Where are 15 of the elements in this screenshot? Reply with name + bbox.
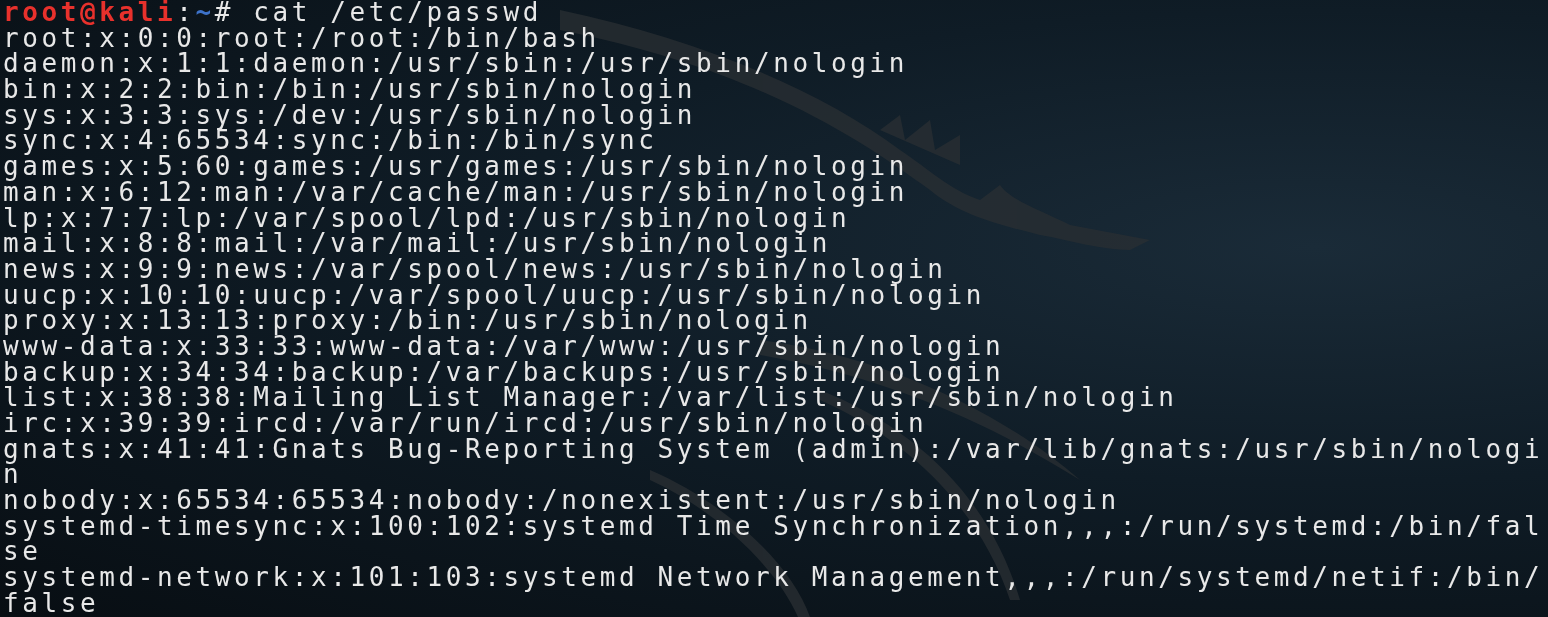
- output-line: proxy:x:13:13:proxy:/bin:/usr/sbin/nologin: [3, 308, 812, 334]
- output-line: games:x:5:60:games:/usr/games:/usr/sbin/nologin: [3, 154, 909, 180]
- prompt-path: ~: [195, 0, 215, 26]
- prompt-user-host: root@kali: [3, 0, 177, 26]
- output-line: lp:x:7:7:lp:/var/spool/lpd:/usr/sbin/nologin: [3, 205, 851, 232]
- output-line: bin:x:2:2:bin:/bin:/usr/sbin/nologin: [3, 77, 697, 103]
- output-line: irc:x:39:39:ircd:/var/run/ircd:/usr/sbin/nologin: [3, 411, 928, 437]
- output-line: sync:x:4:65534:sync:/bin:/bin/sync: [3, 128, 658, 155]
- prompt-separator: :: [176, 0, 196, 26]
- output-line: mail:x:8:8:mail:/var/mail:/usr/sbin/nologin: [3, 231, 831, 257]
- command-text: cat /etc/passwd: [253, 0, 543, 26]
- output-line: systemd-network:x:101:103:systemd Network Management,,,:/run/systemd/netif:/bin/: [3, 565, 1545, 591]
- output-line: daemon:x:1:1:daemon:/usr/sbin:/usr/sbin/nologin: [3, 51, 909, 78]
- prompt-symbol: #: [214, 0, 235, 26]
- output-line: nobody:x:65534:65534:nobody:/nonexistent:/usr/sbin/nologin: [3, 488, 1120, 514]
